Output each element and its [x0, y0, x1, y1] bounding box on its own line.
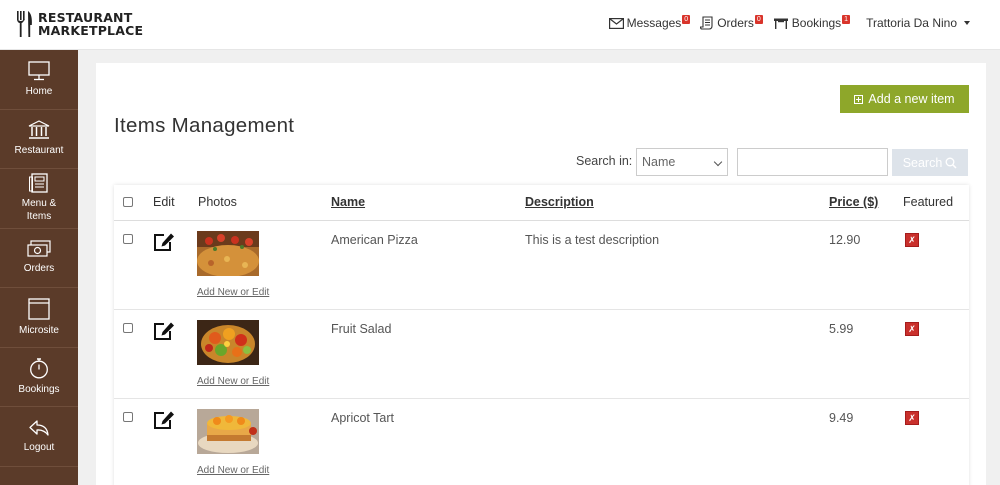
item-price: 12.90 — [829, 233, 861, 247]
table-chairs-icon — [773, 18, 788, 29]
bookings-link[interactable]: Bookings 1 — [773, 15, 851, 30]
sidebar-item-label: Logout — [23, 441, 55, 453]
monitor-icon — [28, 61, 50, 80]
search-button-label: Search — [902, 155, 943, 170]
add-edit-photo-link[interactable]: Add New or Edit — [197, 465, 269, 476]
chevron-down-icon — [713, 157, 723, 167]
brand-line-2: MARKETPLACE — [38, 23, 144, 38]
sidebar-item-label: Orders — [23, 263, 55, 275]
sidebar-item-label: Microsite — [18, 324, 59, 336]
top-bar: RESTAURANT MARKETPLACE Messages 0 Orders… — [0, 0, 1000, 50]
sidebar-item-restaurant[interactable]: Restaurant — [0, 110, 78, 169]
sidebar-item-orders[interactable]: Orders — [0, 229, 78, 288]
stopwatch-icon — [30, 358, 48, 379]
header-name-sort[interactable]: Name — [331, 195, 365, 209]
item-photo-apricot-tart — [197, 409, 259, 454]
main-panel: Add a new item Items Management Search i… — [96, 63, 986, 485]
user-menu[interactable]: Trattoria Da Nino — [866, 16, 970, 30]
user-name: Trattoria Da Nino — [866, 16, 957, 30]
page-title: Items Management — [114, 114, 295, 137]
search-field-select[interactable]: Name — [636, 148, 728, 176]
search-in-label: Search in: — [576, 154, 633, 168]
items-table: Edit Photos Name Description Price ($) F… — [114, 185, 969, 485]
sidebar-item-microsite[interactable]: Microsite — [0, 288, 78, 348]
edit-icon[interactable] — [153, 321, 176, 341]
header-description-sort[interactable]: Description — [525, 195, 594, 209]
edit-icon[interactable] — [153, 410, 176, 430]
item-name: Fruit Salad — [331, 322, 392, 336]
search-field-value: Name — [642, 155, 676, 169]
window-icon — [28, 298, 50, 320]
edit-icon[interactable] — [153, 232, 176, 252]
sidebar-item-menu-items[interactable]: Menu & Items — [0, 169, 78, 229]
item-photo-fruit-salad — [197, 320, 259, 365]
sidebar-item-label: Menu & — [21, 198, 57, 210]
add-item-label: Add a new item — [868, 92, 955, 106]
search-button[interactable]: Search — [892, 149, 968, 176]
sidebar-item-label: Restaurant — [14, 145, 64, 157]
row-checkbox[interactable] — [123, 412, 133, 422]
search-input[interactable] — [737, 148, 888, 176]
item-price: 9.49 — [829, 411, 854, 425]
item-price: 5.99 — [829, 322, 854, 336]
bookings-count-badge: 1 — [842, 15, 851, 24]
add-edit-photo-link[interactable]: Add New or Edit — [197, 287, 269, 298]
orders-link[interactable]: Orders 0 — [700, 15, 763, 30]
table-row: Add New or Edit American Pizza This is a… — [114, 221, 969, 310]
item-name: Apricot Tart — [331, 411, 394, 425]
search-icon — [945, 157, 957, 169]
plus-square-icon — [854, 94, 864, 104]
building-icon — [28, 120, 50, 139]
featured-toggle[interactable]: ✗ — [905, 322, 919, 336]
add-item-button[interactable]: Add a new item — [840, 85, 969, 113]
table-row: Add New or Edit Apricot Tart 9.49 ✗ — [114, 399, 969, 485]
top-nav: Messages 0 Orders 0 Bookings 1 Trattoria… — [599, 15, 970, 30]
messages-label: Messages — [626, 16, 682, 30]
messages-count-badge: 0 — [682, 15, 691, 24]
header-photos: Photos — [198, 195, 237, 209]
menu-book-icon — [29, 173, 48, 193]
featured-toggle[interactable]: ✗ — [905, 411, 919, 425]
brand-name: RESTAURANT MARKETPLACE — [38, 9, 144, 38]
money-icon — [27, 240, 51, 257]
reply-icon — [29, 420, 49, 436]
table-row: Add New or Edit Fruit Salad 5.99 ✗ — [114, 310, 969, 399]
messages-link[interactable]: Messages 0 — [608, 15, 691, 30]
brand-logo[interactable]: RESTAURANT MARKETPLACE — [16, 10, 143, 38]
receipt-icon — [700, 16, 713, 30]
sidebar-item-label: Home — [25, 85, 53, 97]
row-checkbox[interactable] — [123, 234, 133, 244]
fork-knife-icon — [17, 11, 32, 37]
sidebar-item-logout[interactable]: Logout — [0, 407, 78, 467]
row-checkbox[interactable] — [123, 323, 133, 333]
table-header: Edit Photos Name Description Price ($) F… — [114, 185, 969, 221]
orders-count-badge: 0 — [754, 15, 763, 24]
add-edit-photo-link[interactable]: Add New or Edit — [197, 376, 269, 387]
brand-line-1: RESTAURANT — [38, 9, 133, 25]
header-featured: Featured — [903, 195, 954, 209]
select-all-checkbox[interactable] — [123, 197, 133, 207]
featured-toggle[interactable]: ✗ — [905, 233, 919, 247]
item-photo-pizza — [197, 231, 259, 276]
sidebar-item-label: Bookings — [18, 384, 60, 396]
sidebar: Home Restaurant Menu & Items Orders Micr… — [0, 50, 78, 485]
bookings-label: Bookings — [791, 16, 842, 30]
header-price-sort[interactable]: Price ($) — [829, 195, 878, 209]
sidebar-item-home[interactable]: Home — [0, 50, 78, 110]
orders-label: Orders — [717, 16, 754, 30]
chevron-down-icon — [964, 21, 970, 25]
header-edit: Edit — [153, 195, 175, 209]
item-description: This is a test description — [525, 233, 660, 247]
item-name: American Pizza — [331, 233, 418, 247]
sidebar-item-label-2: Items — [26, 211, 52, 223]
envelope-icon — [608, 17, 624, 29]
sidebar-item-bookings[interactable]: Bookings — [0, 348, 78, 407]
